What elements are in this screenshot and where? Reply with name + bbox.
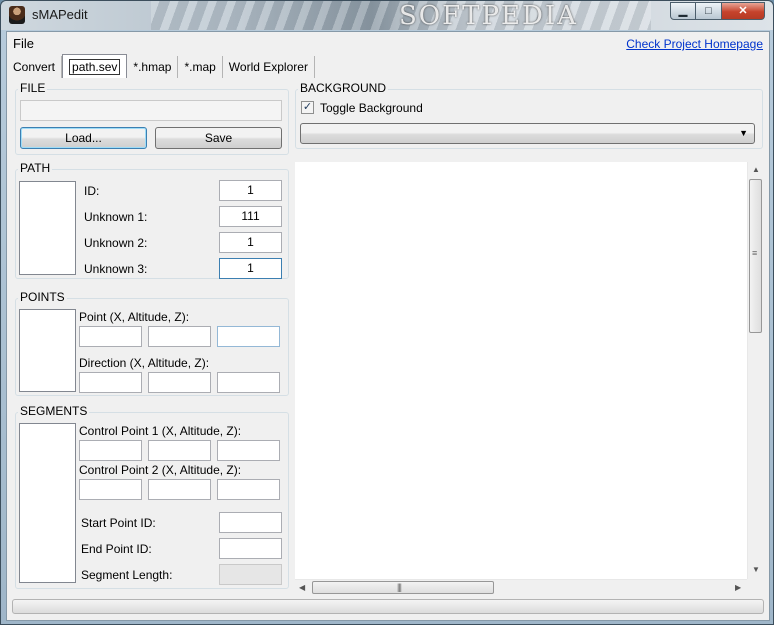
path-group-title: PATH [18,161,53,175]
load-button[interactable]: Load... [20,127,147,149]
tab-map[interactable]: *.map [178,56,223,78]
unknown2-label: Unknown 2: [84,236,148,250]
unknown1-field[interactable]: 111 [219,206,282,227]
tab-strip: Convert path.sev *.hmap *.map World Expl… [7,54,315,78]
points-list[interactable] [19,309,76,392]
vertical-scroll-thumb[interactable]: ≡ [749,179,762,333]
tab-path-sev[interactable]: path.sev [62,54,128,78]
vertical-scrollbar[interactable]: ▲ ≡ ▼ [747,162,763,579]
menu-file[interactable]: File [13,36,34,51]
client-area: File Check Project Homepage Convert path… [6,31,770,621]
file-group-title: FILE [18,81,48,95]
title-bar[interactable]: SOFTPEDIA sMAPedit ▁ □ ✕ [1,1,773,31]
chevron-down-icon: ▼ [739,128,748,138]
control-point-1-label: Control Point 1 (X, Altitude, Z): [79,424,242,438]
tab-hmap[interactable]: *.hmap [127,56,179,78]
point-x-field[interactable] [79,326,142,347]
scroll-down-icon[interactable]: ▼ [752,565,760,574]
control2-altitude-field[interactable] [148,479,211,500]
end-point-id-label: End Point ID: [81,542,152,556]
load-button-label: Load... [65,131,102,145]
point-altitude-field[interactable] [148,326,211,347]
grip-icon: ≡ [752,248,757,258]
direction-x-field[interactable] [79,372,142,393]
tab-label: path.sev [69,59,121,75]
control2-z-field[interactable] [217,479,280,500]
window-title: sMAPedit [32,7,88,22]
background-group-title: BACKGROUND [298,81,389,95]
direction-z-field[interactable] [217,372,280,393]
segment-length-label: Segment Length: [81,568,173,582]
scroll-up-icon[interactable]: ▲ [752,165,760,174]
control2-x-field[interactable] [79,479,142,500]
id-field[interactable]: 1 [219,180,282,201]
close-button[interactable]: ✕ [722,2,765,20]
unknown3-label: Unknown 3: [84,262,148,276]
segments-group-title: SEGMENTS [18,404,90,418]
unknown3-field[interactable]: 1 [219,258,282,279]
segments-list[interactable] [19,423,76,583]
tab-label: *.map [184,60,216,74]
app-window: SOFTPEDIA sMAPedit ▁ □ ✕ File Check Proj… [0,0,774,625]
tab-world-explorer[interactable]: World Explorer [223,56,315,78]
point-label: Point (X, Altitude, Z): [79,310,190,324]
start-point-id-field[interactable] [219,512,282,533]
window-controls: ▁ □ ✕ [670,2,765,20]
background-select[interactable]: ▼ [300,123,755,144]
point-z-field[interactable] [217,326,280,347]
tab-label: World Explorer [228,60,308,74]
menu-bar: File Check Project Homepage [7,32,769,54]
file-path-field[interactable] [20,100,282,121]
tab-convert[interactable]: Convert [7,56,63,78]
toggle-background-label: Toggle Background [320,101,423,115]
control1-x-field[interactable] [79,440,142,461]
status-bar [12,599,764,614]
end-point-id-field[interactable] [219,538,282,559]
app-icon[interactable] [9,6,25,24]
control1-z-field[interactable] [217,440,280,461]
control1-altitude-field[interactable] [148,440,211,461]
watermark: SOFTPEDIA [399,1,578,31]
maximize-button[interactable]: □ [696,2,722,20]
horizontal-scrollbar[interactable]: ◀ ||| ▶ [295,579,747,595]
tab-label: Convert [13,60,56,74]
save-button[interactable]: Save [155,127,282,149]
control-point-2-label: Control Point 2 (X, Altitude, Z): [79,463,242,477]
points-group-title: POINTS [18,290,67,304]
grip-icon: ||| [397,582,402,592]
minimize-button[interactable]: ▁ [670,2,696,20]
direction-altitude-field[interactable] [148,372,211,393]
horizontal-scroll-thumb[interactable]: ||| [312,581,494,594]
toggle-background-checkbox[interactable]: ✓ [301,101,314,114]
path-preview-canvas[interactable] [295,162,747,579]
path-list[interactable] [19,181,76,275]
scroll-right-icon[interactable]: ▶ [735,583,741,592]
start-point-id-label: Start Point ID: [81,516,156,530]
direction-label: Direction (X, Altitude, Z): [79,356,210,370]
unknown1-label: Unknown 1: [84,210,148,224]
id-label: ID: [84,184,100,198]
tab-label: *.hmap [133,60,172,74]
segment-length-field [219,564,282,585]
scroll-left-icon[interactable]: ◀ [299,583,305,592]
check-homepage-link[interactable]: Check Project Homepage [626,37,763,51]
save-button-label: Save [204,131,233,145]
unknown2-field[interactable]: 1 [219,232,282,253]
